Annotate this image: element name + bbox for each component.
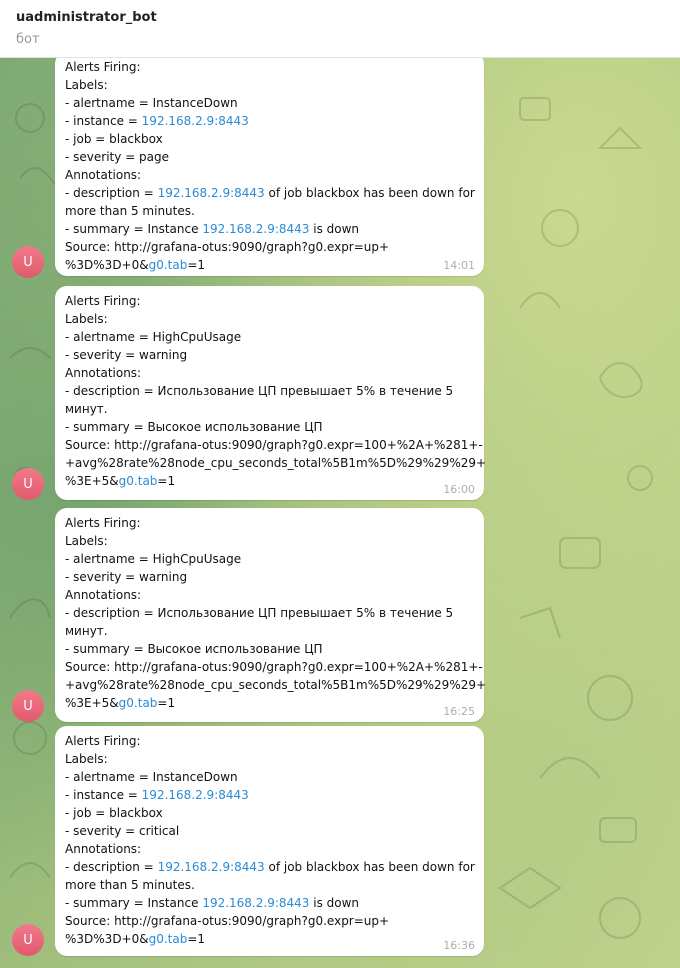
message-line: %3E+5&g0.tab=1 — [65, 694, 474, 712]
bot-avatar[interactable]: U — [12, 690, 44, 722]
message-line: - job = blackbox — [65, 806, 163, 820]
chat-title[interactable]: uadministrator_bot — [16, 10, 157, 25]
message-line: Labels: — [65, 312, 108, 326]
ip-link[interactable]: 192.168.2.9:8443 — [202, 222, 309, 236]
message-line: Source: http://grafana-otus:9090/graph?g… — [65, 660, 483, 674]
message-line: - summary = Instance 192.168.2.9:8443 is… — [65, 220, 474, 238]
message-line: минут. — [65, 402, 108, 416]
message-line: Source: http://grafana-otus:9090/graph?g… — [65, 914, 390, 928]
message-line: more than 5 minutes. — [65, 204, 195, 218]
message-line: - summary = Instance 192.168.2.9:8443 is… — [65, 894, 474, 912]
message-text: =1 — [187, 258, 206, 272]
ip-link[interactable]: 192.168.2.9:8443 — [142, 788, 249, 802]
message-line: - description = 192.168.2.9:8443 of job … — [65, 184, 475, 202]
message-bubble[interactable]: Alerts Firing: Labels: - alertname = Hig… — [55, 508, 487, 722]
message-text: - description = — [65, 860, 158, 874]
message-text: - instance = — [65, 114, 142, 128]
message-line: - instance = 192.168.2.9:8443 — [65, 112, 474, 130]
chat-header[interactable]: uadministrator_bot бот — [0, 0, 680, 58]
message-text: =1 — [157, 474, 176, 488]
message-line: минут. — [65, 624, 108, 638]
message-bubble[interactable]: Alerts Firing: Labels: - alertname = Ins… — [55, 726, 484, 956]
message-line: - instance = 192.168.2.9:8443 — [65, 786, 474, 804]
message-text: %3E+5& — [65, 696, 119, 710]
bot-avatar[interactable]: U — [12, 468, 44, 500]
message-line: +avg%28rate%28node_cpu_seconds_total%5B1… — [65, 456, 487, 470]
message-text: is down — [309, 222, 360, 236]
message-text: - description = — [65, 186, 158, 200]
message-line: - description = Использование ЦП превыша… — [65, 384, 454, 398]
message-line: - alertname = HighCpuUsage — [65, 330, 242, 344]
message-line: Alerts Firing: — [65, 516, 141, 530]
message-line: Labels: — [65, 78, 108, 92]
message-line: Labels: — [65, 534, 108, 548]
message-text: %3E+5& — [65, 474, 119, 488]
message-line: %3D%3D+0&g0.tab=1 — [65, 930, 474, 948]
message-line: Alerts Firing: — [65, 734, 141, 748]
message-text: =1 — [187, 932, 206, 946]
tab-link[interactable]: g0.tab — [149, 932, 188, 946]
message-line: +avg%28rate%28node_cpu_seconds_total%5B1… — [65, 678, 487, 692]
message-line: - alertname = InstanceDown — [65, 770, 238, 784]
ip-link[interactable]: 192.168.2.9:8443 — [158, 186, 265, 200]
message-line: Annotations: — [65, 168, 142, 182]
message-time: 14:01 — [443, 259, 475, 272]
message-text: =1 — [157, 696, 176, 710]
message-time: 16:36 — [443, 939, 475, 952]
message-line: - job = blackbox — [65, 132, 163, 146]
message-time: 16:00 — [443, 483, 475, 496]
message-text: - summary = Instance — [65, 896, 203, 910]
tab-link[interactable]: g0.tab — [119, 696, 158, 710]
message-line: Annotations: — [65, 842, 142, 856]
message-line: - alertname = HighCpuUsage — [65, 552, 242, 566]
message-text: is down — [309, 896, 360, 910]
message-text: %3D%3D+0& — [65, 932, 149, 946]
message-line: Alerts Firing: — [65, 60, 141, 74]
message-text: of job blackbox has been down for — [264, 860, 475, 874]
bot-avatar[interactable]: U — [12, 924, 44, 956]
message-line: more than 5 minutes. — [65, 878, 195, 892]
message-line: %3E+5&g0.tab=1 — [65, 472, 474, 490]
message-line: - summary = Высокое использование ЦП — [65, 420, 323, 434]
bot-avatar[interactable]: U — [12, 246, 44, 278]
message-text: %3D%3D+0& — [65, 258, 149, 272]
message-line: Source: http://grafana-otus:9090/graph?g… — [65, 240, 390, 254]
message-line: - summary = Высокое использование ЦП — [65, 642, 323, 656]
message-time: 16:25 — [443, 705, 475, 718]
message-bubble[interactable]: Alerts Firing: Labels: - alertname = Hig… — [55, 286, 487, 500]
ip-link[interactable]: 192.168.2.9:8443 — [142, 114, 249, 128]
ip-link[interactable]: 192.168.2.9:8443 — [202, 896, 309, 910]
chat-subtitle: бот — [16, 32, 40, 47]
message-line: - description = Использование ЦП превыша… — [65, 606, 454, 620]
message-line: %3D%3D+0&g0.tab=1 — [65, 256, 474, 274]
message-line: - severity = warning — [65, 348, 188, 362]
tab-link[interactable]: g0.tab — [119, 474, 158, 488]
message-line: - severity = critical — [65, 824, 180, 838]
message-line: Labels: — [65, 752, 108, 766]
tab-link[interactable]: g0.tab — [149, 258, 188, 272]
message-line: Annotations: — [65, 588, 142, 602]
message-line: - description = 192.168.2.9:8443 of job … — [65, 858, 475, 876]
message-line: - severity = warning — [65, 570, 188, 584]
ip-link[interactable]: 192.168.2.9:8443 — [158, 860, 265, 874]
message-text: - instance = — [65, 788, 142, 802]
message-line: - alertname = InstanceDown — [65, 96, 238, 110]
message-text: - summary = Instance — [65, 222, 203, 236]
message-line: Source: http://grafana-otus:9090/graph?g… — [65, 438, 483, 452]
message-area[interactable]: Alerts Firing: Labels: - alertname = Ins… — [0, 58, 680, 968]
message-line: - severity = page — [65, 150, 169, 164]
message-text: of job blackbox has been down for — [264, 186, 475, 200]
message-line: Annotations: — [65, 366, 142, 380]
message-line: Alerts Firing: — [65, 294, 141, 308]
message-bubble[interactable]: Alerts Firing: Labels: - alertname = Ins… — [55, 58, 484, 276]
